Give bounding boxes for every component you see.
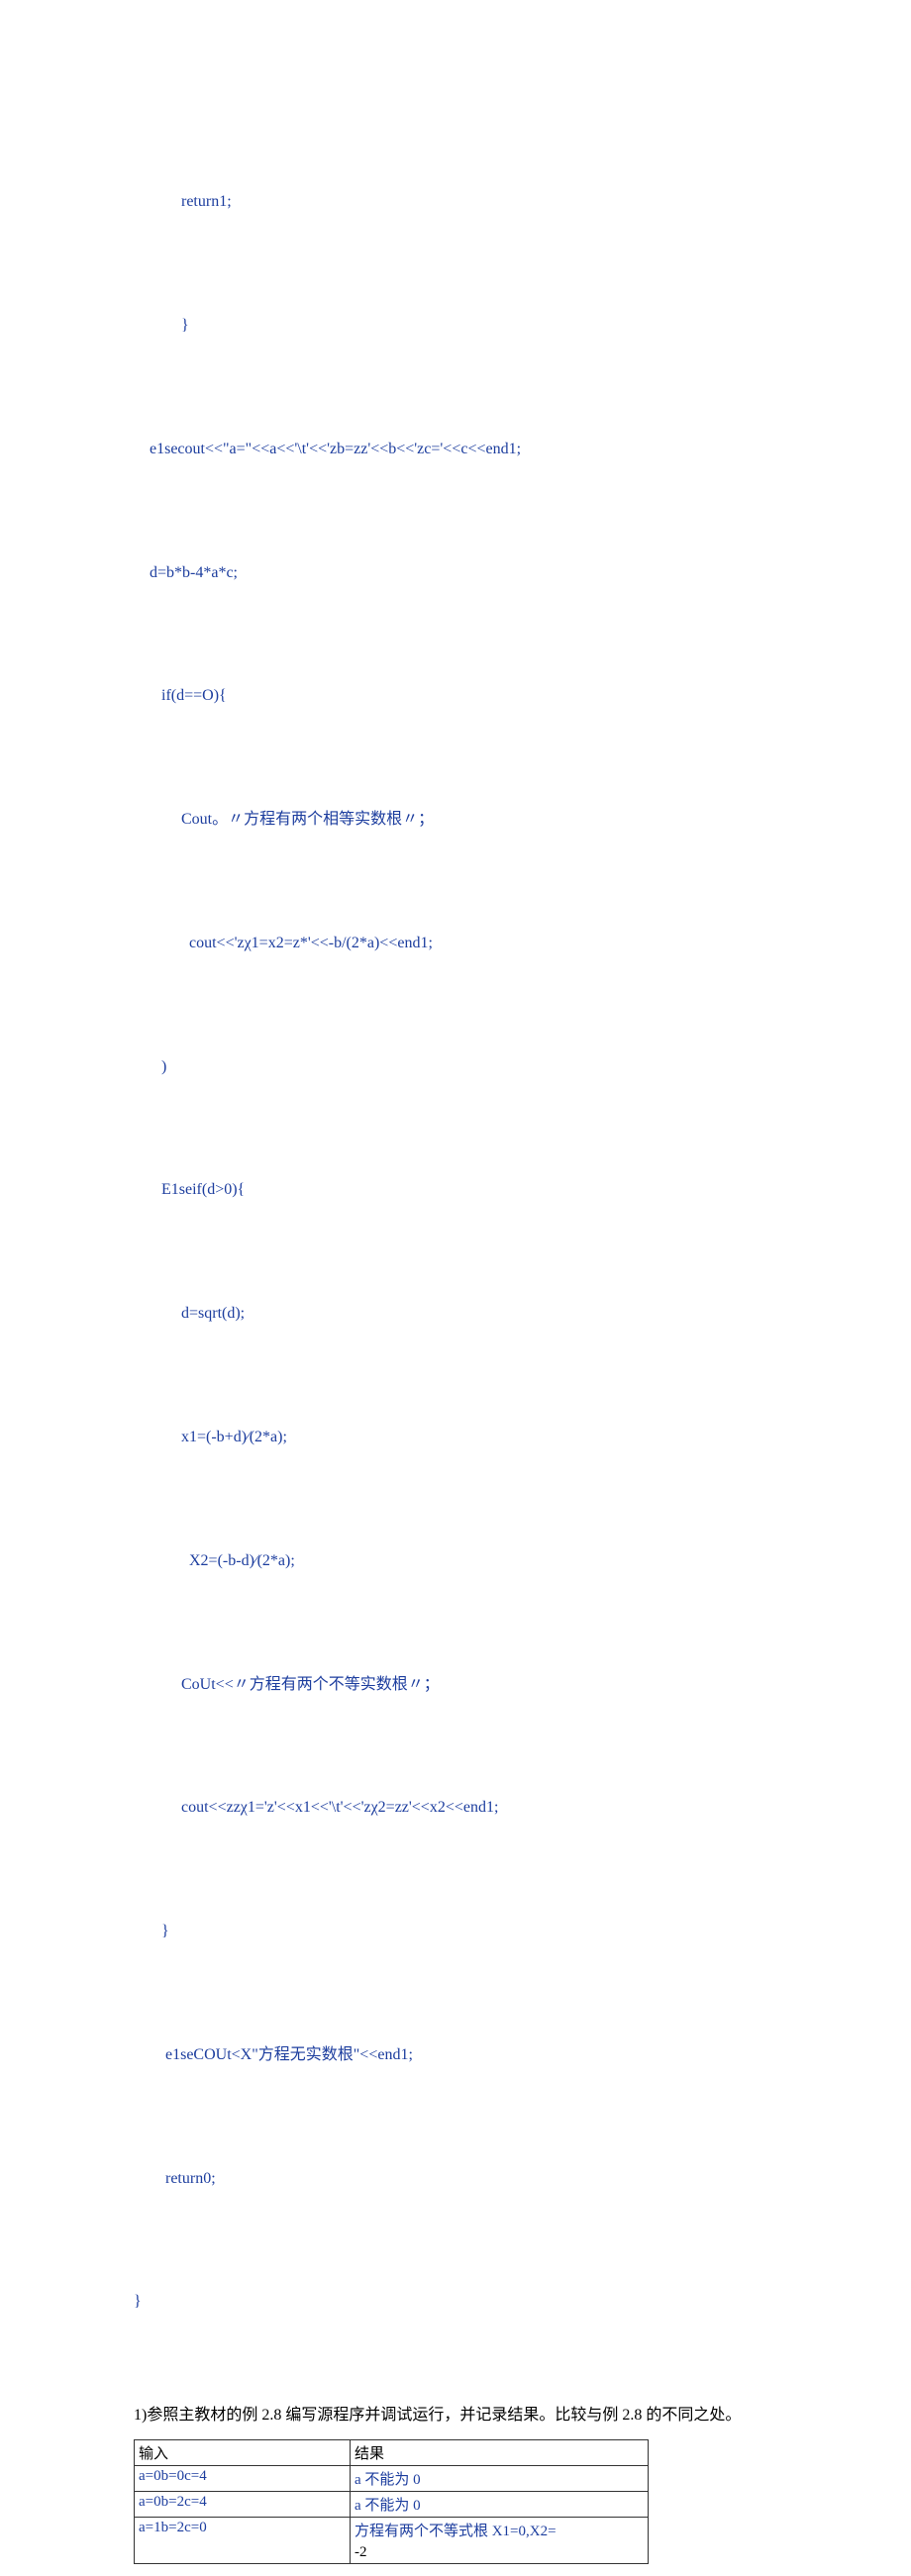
code-line: } bbox=[134, 1911, 782, 1952]
code-line: if(d==O){ bbox=[134, 675, 782, 717]
table-header-row: 输入 结果 bbox=[135, 2439, 649, 2465]
question-paragraph: 1)参照主教材的例 2.8 编写源程序并调试运行，并记录结果。比较与例 2.8 … bbox=[134, 2404, 782, 2427]
cell-result: a 不能为 0 bbox=[354, 2472, 421, 2488]
code-line: e1seCOUt<X"方程无实数根"<<end1; bbox=[134, 2034, 782, 2076]
code-line: return1; bbox=[134, 181, 782, 223]
code-line: d=b*b-4*a*c; bbox=[134, 552, 782, 594]
code-line: X2=(-b-d)∕(2*a); bbox=[134, 1540, 782, 1582]
table-row: a=0b=0c=4 a 不能为 0 bbox=[135, 2465, 649, 2491]
cell-input: a=0b=0c=4 bbox=[139, 2468, 207, 2484]
table-row: a=0b=2c=4 a 不能为 0 bbox=[135, 2491, 649, 2517]
code-line: return0; bbox=[134, 2158, 782, 2200]
results-table: 输入 结果 a=0b=0c=4 a 不能为 0 a=0b=2c=4 a 不能为 … bbox=[134, 2439, 649, 2564]
header-result: 结果 bbox=[354, 2446, 384, 2462]
header-input: 输入 bbox=[139, 2446, 168, 2462]
code-line: cout<<zzχ1='z'<<x1<<'\t'<<'zχ2=zz'<<x2<<… bbox=[134, 1787, 782, 1829]
code-line: E1seif(d>0){ bbox=[134, 1169, 782, 1211]
code-line: e1secout<<"a="<<a<<'\t'<<'zb=zz'<<b<<'zc… bbox=[134, 429, 782, 470]
table-row: a=1b=2c=0 方程有两个不等式根 X1=0,X2= bbox=[135, 2517, 649, 2542]
code-block: return1; } e1secout<<"a="<<a<<'\t'<<'zb=… bbox=[134, 99, 782, 2364]
code-line: d=sqrt(d); bbox=[134, 1293, 782, 1335]
code-line: cout<<'zχ1=x2=z*'<<-b/(2*a)<<end1; bbox=[134, 923, 782, 964]
cell-input: a=0b=2c=4 bbox=[139, 2494, 207, 2510]
code-line: } bbox=[134, 305, 782, 347]
cell-result: a 不能为 0 bbox=[354, 2498, 421, 2514]
cell-result: 方程有两个不等式根 X1=0,X2= bbox=[354, 2524, 557, 2539]
code-line: } bbox=[134, 2281, 782, 2323]
code-line: CoUt<<〃方程有两个不等实数根〃； bbox=[134, 1664, 782, 1706]
cell-result-cont: -2 bbox=[354, 2544, 367, 2560]
cell-input: a=1b=2c=0 bbox=[139, 2520, 207, 2535]
code-line: x1=(-b+d)∕(2*a); bbox=[134, 1417, 782, 1458]
code-line: Cout。〃方程有两个相等实数根〃； bbox=[134, 799, 782, 841]
code-line: ) bbox=[134, 1046, 782, 1088]
